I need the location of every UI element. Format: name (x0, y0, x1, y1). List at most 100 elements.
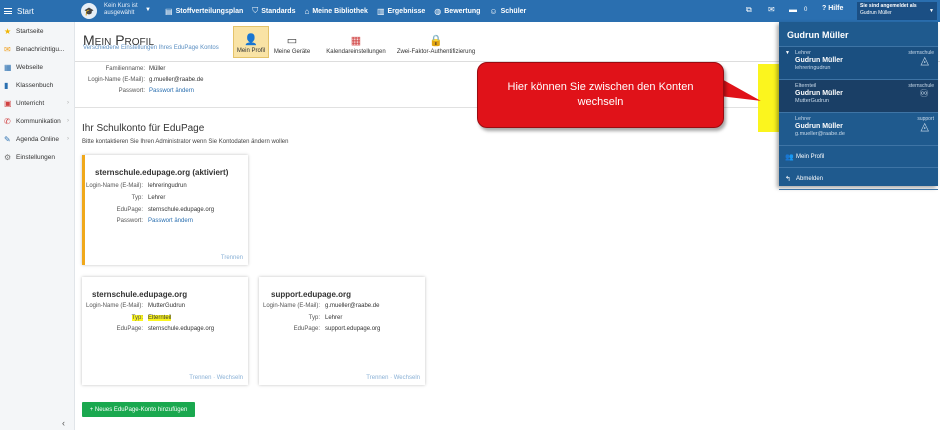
card-actions[interactable]: Trennen (221, 255, 243, 261)
field-value: MutterGudrun (148, 303, 186, 309)
login-value: g.mueller@raabe.de (149, 77, 204, 83)
account-name: Gudrun Müller (795, 122, 843, 130)
logout-icon: ↰ (785, 175, 791, 183)
grade-icon: ◍ (434, 6, 442, 16)
course-avatar-icon[interactable]: 🎓 (81, 3, 97, 19)
field-label: Login-Name (E-Mail): (85, 183, 143, 189)
screen-share-icon[interactable]: ⧉ (746, 5, 752, 15)
nav-standards[interactable]: ⛉ Standards (252, 6, 295, 16)
password-row: Passwort: Passwort ändern (75, 88, 194, 94)
change-password-link[interactable]: Passwort ändern (148, 218, 193, 224)
sidebar-item-agenda-online[interactable]: ✎ Agenda Online › (0, 130, 74, 148)
mail-icon[interactable]: ▬ (789, 5, 797, 14)
nav-stoffverteilungsplan[interactable]: ▤ Stoffverteilungsplan (165, 7, 243, 16)
current-marker-icon: ▼ (785, 50, 790, 56)
profile-icon: 👤 (244, 34, 258, 46)
sidebar-item-startseite[interactable]: ★ Startseite (0, 22, 74, 40)
sidebar-item-label: Unterricht (16, 99, 45, 107)
lock-icon: 🔒 (429, 35, 443, 47)
chevron-right-icon: › (67, 118, 69, 124)
chevron-down-icon[interactable]: ▼ (145, 7, 151, 13)
field-label: EduPage: (116, 326, 143, 332)
field-label: Typ: (131, 315, 143, 321)
card-field: Login-Name (E-Mail): g.mueller@raabe.de (254, 303, 379, 309)
account-item-parent[interactable]: Elternteil Gudrun Müller MutterGudrun st… (779, 80, 938, 113)
sidebar-item-label: Klassenbuch (16, 81, 54, 89)
sidebar-item-label: Startseite (16, 27, 44, 35)
tool-two-factor[interactable]: 🔒 Zwei-Faktor-Authentifizierung (393, 26, 479, 58)
nav-schueler[interactable]: ☺ Schüler (489, 7, 526, 16)
account-item-support[interactable]: Lehrer Gudrun Müller g.mueller@raabe.de … (779, 113, 938, 146)
document-icon: ▤ (165, 6, 173, 16)
tool-calendar-settings[interactable]: ▦ Kalendareinstellungen (323, 26, 389, 58)
tool-my-profile[interactable]: 👤 Mein Profil (233, 26, 269, 58)
card-field: Typ: Lehrer (77, 195, 166, 201)
nav-bewertung[interactable]: ◍ Bewertung (434, 7, 480, 16)
website-icon: ▦ (4, 62, 12, 72)
notification-icon: ✉ (4, 44, 11, 54)
menu-label: Mein Profil (796, 153, 825, 160)
callout-note: Hier können Sie zwischen den Konten wech… (477, 62, 724, 128)
teacher-icon: ◬ (920, 55, 929, 67)
section-title: Ihr Schulkonto für EduPage (82, 123, 205, 134)
account-switcher[interactable]: Sie sind angemeldet als Gudrun Müller ▼ (857, 2, 937, 20)
card-actions[interactable]: Trennen · Wechseln (366, 375, 420, 381)
sidebar: ★ Startseite ✉ Benachrichtigu... ▦ Webseite… (0, 22, 75, 430)
my-profile-item[interactable]: 👥 Mein Profil (779, 146, 938, 168)
settings-icon: ⚙ (4, 152, 12, 162)
login-row: Login-Name (E-Mail): g.mueller@raabe.de (75, 77, 203, 83)
users-icon: 👥 (785, 153, 794, 161)
field-value: Lehrer (325, 315, 343, 321)
course-selector[interactable]: Kein Kurs ist ausgewählt (104, 3, 138, 17)
field-label: Passwort: (118, 88, 145, 94)
field-value: support.edupage.org (325, 326, 381, 332)
sidebar-item-klassenbuch[interactable]: ▮ Klassenbuch (0, 76, 74, 94)
classbook-icon: ▮ (4, 80, 9, 90)
chat-icon[interactable]: ✉ (768, 5, 775, 14)
field-label: Login-Name (E-Mail): (87, 77, 145, 83)
account-item-teacher[interactable]: ▼ Lehrer Gudrun Müller lehreringudrun st… (779, 47, 938, 80)
sidebar-item-kommunikation[interactable]: ✆ Kommunikation › (0, 112, 74, 130)
sidebar-item-benachrichtigungen[interactable]: ✉ Benachrichtigu... (0, 40, 74, 58)
sidebar-item-label: Benachrichtigu... (16, 45, 65, 53)
tool-my-devices[interactable]: ▭ Meine Geräte (273, 26, 311, 58)
card-title: support.edupage.org (271, 290, 351, 299)
card-field: EduPage: sternschule.edupage.org (77, 207, 214, 213)
field-label: Login-Name (E-Mail): (85, 303, 143, 309)
library-icon: ⌂ (304, 6, 310, 16)
sidebar-item-unterricht[interactable]: ▣ Unterricht › (0, 94, 74, 112)
nav-meine-bibliothek[interactable]: ⌂ Meine Bibliothek (304, 7, 367, 16)
add-account-button[interactable]: + Neues EduPage-Konto hinzufügen (82, 402, 195, 417)
field-value: Lehrer (148, 195, 166, 201)
account-card-active: sternschule.edupage.org (aktiviert) Logi… (82, 155, 248, 265)
start-button[interactable]: Start (0, 0, 75, 22)
change-password-link[interactable]: Passwort ändern (149, 88, 194, 94)
sidebar-item-label: Agenda Online (16, 135, 60, 143)
account-card-support: support.edupage.org Login-Name (E-Mail):… (259, 277, 425, 385)
sidebar-item-webseite[interactable]: ▦ Webseite (0, 58, 74, 76)
field-label: Login-Name (E-Mail): (262, 303, 320, 309)
parent-icon: ♾ (919, 88, 929, 100)
help-icon: ? (822, 5, 827, 12)
logged-user: Gudrun Müller (860, 9, 892, 16)
top-bar: Start 🎓 Kein Kurs ist ausgewählt ▼ ▤ Stof… (0, 0, 940, 22)
lesson-icon: ▣ (4, 98, 12, 108)
field-label: Typ: (131, 195, 143, 201)
nav-label: Standards (261, 7, 296, 15)
logout-item[interactable]: ↰ Abmelden (779, 168, 938, 190)
course-line2: ausgewählt (104, 10, 135, 16)
card-field: EduPage: sternschule.edupage.org (77, 326, 214, 332)
card-actions[interactable]: Trennen · Wechseln (189, 375, 243, 381)
nav-label: Schüler (500, 7, 527, 15)
collapse-sidebar-icon[interactable]: ‹ (62, 418, 65, 428)
sidebar-item-label: Webseite (16, 63, 43, 71)
sidebar-item-einstellungen[interactable]: ⚙ Einstellungen (0, 148, 74, 166)
nav-ergebnisse[interactable]: ▥ Ergebnisse (377, 7, 425, 16)
teacher-icon: ◬ (920, 121, 929, 133)
card-field: Login-Name (E-Mail): MutterGudrun (77, 303, 185, 309)
account-panel: Gudrun Müller ▼ Lehrer Gudrun Müller leh… (779, 22, 938, 190)
help-button[interactable]: ? Hilfe (822, 5, 843, 12)
field-value: Elternteil (148, 315, 172, 321)
tool-label: Kalendareinstellungen (326, 49, 386, 55)
tool-label: Zwei-Faktor-Authentifizierung (396, 49, 476, 55)
